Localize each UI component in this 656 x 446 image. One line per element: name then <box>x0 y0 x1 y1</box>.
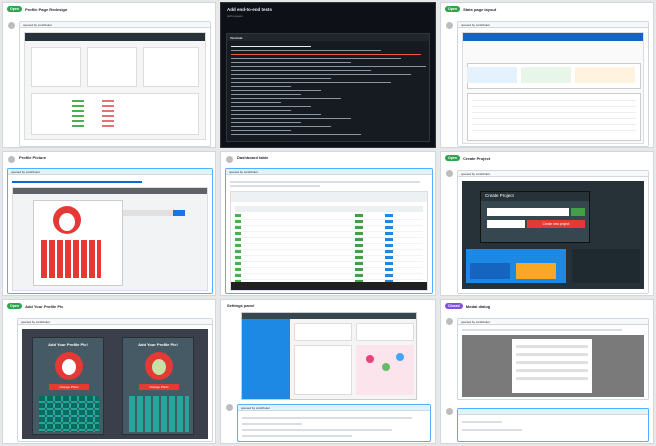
issue-tile-7: Open Add Your Profile Pic opened by cont… <box>2 299 216 444</box>
dialog-title: Create Project <box>485 193 514 198</box>
comment-header: opened by contributor <box>18 319 212 325</box>
issue-title[interactable]: Create Project <box>463 156 490 161</box>
comment-author: opened by contributor <box>23 23 53 27</box>
issue-title[interactable]: Profile Page Redesign <box>25 7 67 12</box>
avatar <box>226 156 233 163</box>
screenshot <box>462 32 644 144</box>
status-badge: Open <box>445 155 460 161</box>
issue-header: Open Profile Page Redesign <box>7 6 211 16</box>
comment-header: opened by contributor <box>458 171 648 177</box>
pr-subtitle: pull request <box>227 14 243 18</box>
issue-tile-1: Open Profile Page Redesign opened by con… <box>2 2 216 148</box>
issue-header: Open Stats page layout <box>445 6 649 16</box>
screenshot: Create Project Create new project <box>462 181 644 289</box>
comment-author: opened by contributor <box>11 170 41 174</box>
comment-author: opened by contributor <box>461 320 491 324</box>
comment-box: opened by contributor <box>457 21 649 147</box>
create-project-dialog: Create Project Create new project <box>480 191 590 243</box>
comment-box: opened by contributor Add Your Profile P… <box>17 318 213 442</box>
avatar <box>226 404 233 411</box>
comment-header: opened by contributor <box>458 22 648 28</box>
comment-header: opened by contributor <box>8 169 212 175</box>
screenshot: Add Your Profile Pic! Change Photo Add Y… <box>22 329 208 439</box>
terminal-title: Terminal <box>230 35 243 40</box>
ok-button[interactable] <box>571 208 585 216</box>
screenshot <box>230 191 428 291</box>
issue-title[interactable]: Stats page layout <box>463 7 496 12</box>
comment-box <box>457 408 649 442</box>
pr-tile-2: Add end-to-end tests pull request Termin… <box>220 2 436 148</box>
pr-title[interactable]: Add end-to-end tests <box>227 7 272 12</box>
modal-dialog <box>512 339 592 393</box>
card-title: Add Your Profile Pic! <box>138 342 178 347</box>
profile-card: Add Your Profile Pic! Change Photo <box>122 337 194 435</box>
comment-header: opened by contributor <box>226 169 432 175</box>
avatar <box>8 156 15 163</box>
issue-tile-5: Dashboard table opened by contributor <box>220 151 436 296</box>
issue-title[interactable]: Dashboard table <box>237 155 268 160</box>
comment-header <box>458 409 648 415</box>
profile-card: Add Your Profile Pic! Change Photo <box>32 337 104 435</box>
change-photo-button[interactable]: Change Photo <box>49 384 89 390</box>
issue-title[interactable]: Modal dialog <box>466 304 490 309</box>
issue-header: Dashboard table <box>235 155 431 165</box>
comment-box: opened by contributor Create Project Cre… <box>457 170 649 294</box>
issue-tile-8: Settings panel opened by contributor <box>220 299 436 444</box>
card <box>143 47 199 87</box>
screenshot <box>462 335 644 397</box>
comment-author: opened by contributor <box>21 320 51 324</box>
navbar <box>25 33 205 41</box>
comment-header: opened by contributor <box>20 22 210 28</box>
issue-header: Profile Picture <box>17 155 211 165</box>
issue-header: Open Create Project <box>445 155 649 165</box>
comment-box: opened by contributor <box>457 318 649 400</box>
comment-author: opened by contributor <box>241 406 271 410</box>
terminal-header: Terminal <box>227 34 429 41</box>
issue-header: Open Add Your Profile Pic <box>7 303 211 313</box>
comment-author: opened by contributor <box>229 170 259 174</box>
screenshot <box>241 312 417 400</box>
avatar <box>446 408 453 415</box>
comment-box: opened by contributor <box>237 404 431 442</box>
terminal-window: Terminal <box>226 33 430 142</box>
table <box>31 93 199 135</box>
name-input[interactable] <box>487 208 569 216</box>
comment-header: opened by contributor <box>238 405 430 411</box>
count-input[interactable] <box>487 220 525 228</box>
screenshot <box>24 32 206 140</box>
status-badge: Open <box>445 6 460 12</box>
status-badge: Open <box>7 303 22 309</box>
comment-box: opened by contributor <box>7 168 213 294</box>
issue-title[interactable]: Settings panel <box>227 303 254 308</box>
create-button[interactable]: Create new project <box>527 220 585 228</box>
screenshot <box>12 187 208 291</box>
issue-title[interactable]: Add Your Profile Pic <box>25 304 63 309</box>
avatar <box>446 22 453 29</box>
comment-author: opened by contributor <box>461 23 491 27</box>
comment-box: opened by contributor <box>19 21 211 147</box>
comment-box: opened by contributor <box>225 168 433 294</box>
avatar <box>8 22 15 29</box>
issue-title[interactable]: Profile Picture <box>19 155 46 160</box>
issue-tile-9: Closed Modal dialog opened by contributo… <box>440 299 654 444</box>
status-badge: Closed <box>445 303 463 309</box>
status-badge: Open <box>7 6 22 12</box>
issue-tile-6: Open Create Project opened by contributo… <box>440 151 654 296</box>
card-title: Add Your Profile Pic! <box>48 342 88 347</box>
comment-header: opened by contributor <box>458 319 648 325</box>
issue-tile-4: Profile Picture opened by contributor <box>2 151 216 296</box>
comment-author: opened by contributor <box>461 172 491 176</box>
projects-panel <box>466 249 566 283</box>
change-photo-button[interactable]: Change Photo <box>139 384 179 390</box>
card <box>87 47 137 87</box>
avatar <box>446 318 453 325</box>
avatar <box>446 170 453 177</box>
issue-tile-3: Open Stats page layout opened by contrib… <box>440 2 654 148</box>
card <box>31 47 81 87</box>
issue-header: Closed Modal dialog <box>445 303 649 313</box>
